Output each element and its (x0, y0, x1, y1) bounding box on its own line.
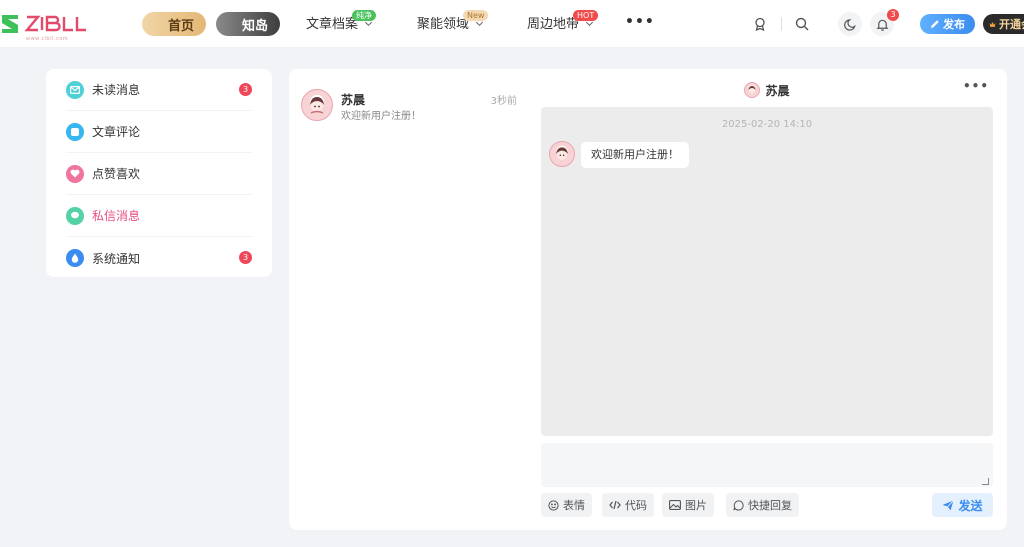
smile-icon (548, 499, 559, 511)
message-bubble: 欢迎新用户注册！ (581, 142, 689, 168)
nav-item-label: 文章档案 (306, 17, 359, 32)
sidebar-item-label: 未读消息 (92, 83, 141, 97)
code-button[interactable]: 代码 (602, 493, 654, 517)
chat-title: 苏晨 (765, 83, 790, 98)
code-icon (609, 500, 621, 510)
vip-button[interactable]: 开通会员 (983, 14, 1024, 34)
quick-reply-label: 快捷回复 (748, 499, 792, 512)
conversation-preview: 欢迎新用户注册！ (341, 111, 421, 122)
conversation-time: 3秒前 (490, 96, 517, 107)
nav-item-articles[interactable]: 文章档案 纯净 (306, 10, 376, 34)
vip-label: 开通会员 (999, 18, 1024, 31)
nav-item-label: 周边地带 (527, 17, 580, 32)
sidebar-item-comments[interactable]: 文章评论 (66, 111, 252, 153)
nav-zhidao-label: 知岛 (241, 18, 268, 34)
pencil-icon (931, 20, 939, 28)
mail-icon (66, 80, 84, 99)
publish-label: 发布 (943, 18, 965, 31)
sidebar-item-system-notices[interactable]: 系统通知 3 (66, 237, 252, 279)
avatar (549, 141, 575, 167)
header-divider (781, 17, 782, 31)
chat-message-area[interactable]: 2025-02-20 14:10 欢迎新用户注册！ (541, 107, 993, 436)
nav-home-button[interactable]: 首页 (142, 12, 206, 36)
medal-icon[interactable] (748, 12, 772, 36)
sidebar-item-likes[interactable]: 点赞喜欢 (66, 153, 252, 195)
crown-icon (989, 21, 996, 27)
chat-timestamp: 2025-02-20 14:10 (721, 119, 813, 130)
send-button[interactable]: 发送 (932, 493, 993, 517)
nav-item-label: 聚能领域 (417, 17, 470, 32)
comment-icon (66, 122, 84, 141)
code-label: 代码 (625, 499, 647, 512)
quick-reply-icon (733, 499, 744, 511)
top-header: www.zibll.com 首页 知岛 文章档案 纯净 聚能领域 New 周边地… (0, 0, 1024, 48)
publish-button[interactable]: 发布 (920, 14, 975, 34)
notice-count-badge: 3 (239, 251, 252, 264)
sidebar-item-label: 系统通知 (92, 251, 141, 266)
sidebar-item-unread[interactable]: 未读消息 3 (66, 69, 252, 111)
chat-icon (66, 206, 84, 225)
message-panel: 苏晨 3秒前 欢迎新用户注册！ 苏晨 ••• 2025-02-20 14:10 … (289, 69, 1007, 530)
notification-count-badge: 3 (887, 9, 899, 21)
send-icon (942, 499, 955, 510)
nav-item-peripheral[interactable]: 周边地带 HOT (527, 10, 599, 34)
image-button[interactable]: 图片 (662, 493, 714, 517)
nav-badge: New (463, 10, 489, 21)
conversation-item[interactable]: 苏晨 3秒前 欢迎新用户注册！ (301, 89, 519, 125)
avatar (301, 89, 333, 121)
sidebar-item-label: 文章评论 (92, 125, 141, 139)
chat-window: 苏晨 ••• 2025-02-20 14:10 欢迎新用户注册！ 表情 代码 图… (541, 69, 993, 530)
image-label: 图片 (685, 499, 707, 512)
nav-badge: 纯净 (352, 10, 376, 21)
avatar (744, 82, 761, 98)
conversation-name: 苏晨 (341, 93, 366, 107)
message-sidebar: 未读消息 3 文章评论 点赞喜欢 私信消息 系统通知 3 (46, 69, 272, 277)
sidebar-item-private-messages[interactable]: 私信消息 (66, 195, 252, 237)
nav-home-label: 首页 (167, 18, 194, 34)
conversation-list: 苏晨 3秒前 欢迎新用户注册！ (289, 69, 529, 530)
nav-badge: HOT (573, 10, 599, 21)
emoji-button[interactable]: 表情 (541, 493, 592, 517)
dark-mode-icon[interactable] (838, 12, 862, 36)
chat-header: 苏晨 (541, 80, 993, 100)
more-menu-icon[interactable]: ••• (625, 14, 655, 30)
message-input[interactable] (541, 443, 993, 487)
drop-icon (66, 249, 84, 267)
heart-icon (66, 164, 84, 183)
image-icon (669, 500, 681, 510)
resize-handle[interactable] (982, 478, 989, 485)
chat-more-icon[interactable]: ••• (963, 79, 989, 93)
logo-subtitle: www.zibll.com (26, 36, 69, 42)
unread-count-badge: 3 (239, 83, 252, 96)
quick-reply-button[interactable]: 快捷回复 (726, 493, 799, 517)
site-logo[interactable]: www.zibll.com (0, 11, 95, 43)
sidebar-item-label: 私信消息 (92, 209, 141, 223)
search-icon[interactable] (790, 12, 814, 36)
nav-item-domain[interactable]: 聚能领域 New (417, 10, 489, 34)
sidebar-item-label: 点赞喜欢 (92, 167, 141, 181)
send-label: 发送 (958, 498, 983, 513)
nav-zhidao-button[interactable]: 知岛 (216, 12, 280, 36)
emoji-label: 表情 (563, 499, 585, 512)
